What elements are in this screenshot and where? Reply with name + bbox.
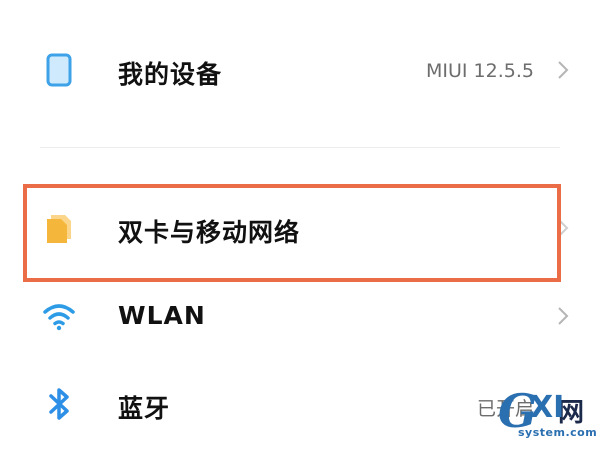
chevron-right-icon [558,307,569,325]
settings-item-label: 蓝牙 [118,394,171,423]
settings-item-label: 我的设备 [118,60,223,89]
watermark-domain: system.com [518,426,598,439]
watermark-logo: G 网 system.com XI [498,384,598,444]
chevron-right-icon [558,61,569,79]
settings-item-dual-sim[interactable]: 双卡与移动网络 [0,198,600,258]
bluetooth-icon [42,387,76,421]
settings-item-label: 双卡与移动网络 [118,218,301,247]
settings-page: 我的设备 MIUI 12.5.5 双卡与移动网络 WLAN 蓝牙 已开启 G 网… [0,0,600,450]
section-divider [40,147,560,148]
chevron-right-icon [558,219,569,237]
watermark-brand-tail: XI [530,390,565,425]
device-icon [42,53,76,87]
sim-card-icon [42,211,76,245]
wifi-icon [42,299,76,333]
settings-item-value: MIUI 12.5.5 [426,60,534,82]
settings-item-label: WLAN [118,301,206,330]
settings-item-my-device[interactable]: 我的设备 MIUI 12.5.5 [0,42,600,98]
settings-item-wlan[interactable]: WLAN [0,288,600,344]
